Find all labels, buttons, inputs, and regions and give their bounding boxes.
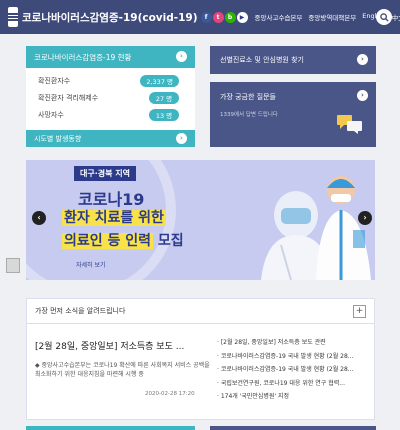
stat-label: 확진환자 격리해제수: [38, 93, 99, 102]
list-item-text: 코로나바이러스감염증-19 국내 발생 현황 (2월 28...: [220, 352, 354, 360]
youtube-icon[interactable]: ▶: [236, 11, 248, 23]
faq-title: 가장 궁금한 질문들: [220, 93, 276, 101]
bottom-strip-right: [210, 426, 376, 430]
regional-trend-label: 시도별 발생동향: [34, 134, 82, 143]
top-bar: 코로나바이러스감염증-19(covid-19) f t b ▶ 중앙사고수습본부…: [0, 0, 400, 34]
search-button[interactable]: [376, 9, 392, 25]
chevron-right-icon: ›: [357, 54, 368, 65]
status-title: 코로나바이러스감염증-19 현황: [34, 52, 132, 62]
stat-value: 13 명: [149, 108, 179, 121]
link-central-disaster[interactable]: 중앙사고수습본부: [255, 12, 303, 22]
banner-tag: 대구·경북 지역: [74, 166, 136, 181]
chat-icon: [337, 115, 362, 134]
document-icon[interactable]: [6, 258, 20, 273]
sns-links: f t b ▶: [200, 11, 249, 23]
list-item[interactable]: · 코로나바이러스감염증-19 국내 발생 현황 (2월 28...: [217, 364, 367, 378]
find-clinic-button[interactable]: 선별진료소 및 안심병원 찾기 ›: [210, 46, 376, 74]
stat-row-released: 확진환자 격리해제수 27 명: [38, 89, 179, 106]
list-item[interactable]: · 코로나바이러스감염증-19 국내 발생 현황 (2월 28...: [217, 351, 367, 365]
status-panel: 코로나바이러스감염증-19 현황 › 확진환자수 2,337 명 확진환자 격리…: [26, 46, 195, 147]
facebook-icon[interactable]: f: [200, 11, 212, 23]
news-main-body: ◆ 중앙사고수습본부는 코로나19 확산에 따른 사회복지 서비스 공백을 최소…: [35, 362, 210, 378]
banner-highlight: 의료인 등 인력: [62, 233, 154, 249]
stat-value: 27 명: [149, 91, 179, 104]
find-clinic-label: 선별진료소 및 안심병원 찾기: [220, 56, 304, 64]
banner-highlight: 환자 치료를 위한: [62, 210, 166, 226]
home-icon[interactable]: [8, 7, 18, 27]
chevron-right-icon: ›: [176, 133, 187, 144]
list-item-text: 174개 '국민안심병원' 지정: [220, 393, 290, 400]
stat-label: 사망자수: [38, 110, 64, 119]
recruit-banner[interactable]: 대구·경북 지역 코로나19 환자 치료를 위한 의료인 등 인력 모집 자세히…: [26, 160, 375, 280]
banner-line2: 환자 치료를 위한: [62, 207, 166, 227]
regional-trend-button[interactable]: 시도별 발생동향 ›: [26, 130, 195, 147]
banner-prev-button[interactable]: ‹: [32, 211, 46, 225]
list-item-text: 코로나바이러스감염증-19 국내 발생 현황 (2월 28...: [220, 366, 354, 373]
banner-suffix: 모집: [153, 233, 184, 249]
notice-heading: 가장 먼저 소식을 알려드립니다: [35, 307, 126, 315]
stat-row-confirmed: 확진환자수 2,337 명: [38, 72, 179, 89]
news-main-date: 2020-02-28 17:20: [145, 391, 195, 397]
site-title[interactable]: 코로나바이러스감염증-19(covid-19): [22, 10, 198, 25]
list-item-text: [2월 28일, 중앙일보] 저소득층 보도 관련: [220, 339, 326, 346]
stat-label: 확진환자수: [38, 76, 71, 85]
bottom-strip-left: [26, 426, 195, 430]
twitter-icon[interactable]: t: [212, 11, 224, 23]
banner-more-link[interactable]: 자세히 보기: [76, 260, 106, 269]
link-chinese[interactable]: 中文: [392, 12, 400, 22]
list-item[interactable]: · [2월 28일, 중앙일보] 저소득층 보도 관련: [217, 337, 367, 351]
medical-staff-illustration: [261, 176, 371, 280]
notice-header: 가장 먼저 소식을 알려드립니다 +: [27, 299, 374, 324]
chevron-right-icon: ›: [176, 51, 187, 62]
news-list: · [2월 28일, 중앙일보] 저소득층 보도 관련 · 코로나바이러스감염증…: [217, 337, 367, 405]
search-icon: [379, 12, 389, 22]
blog-icon[interactable]: b: [224, 11, 236, 23]
stat-value: 2,337 명: [140, 74, 179, 87]
list-item-text: 국립보건연구원, 코로나19 대응 위한 연구 협력...: [220, 379, 345, 387]
faq-box[interactable]: 가장 궁금한 질문들 1339에서 답변 드립니다 ›: [210, 82, 376, 147]
list-item[interactable]: · 국립보건연구원, 코로나19 대응 위한 연구 협력...: [217, 378, 367, 392]
notice-panel: 가장 먼저 소식을 알려드립니다 + [2월 28일, 중앙일보] 저소득층 보…: [26, 298, 375, 420]
list-item[interactable]: · 174개 '국민안심병원' 지정: [217, 391, 367, 405]
banner-line3: 의료인 등 인력 모집: [62, 230, 184, 250]
banner-next-button[interactable]: ›: [358, 211, 372, 225]
more-button[interactable]: +: [353, 305, 366, 318]
link-central-quarantine[interactable]: 중앙방역대책본부: [308, 12, 356, 22]
stat-row-deaths: 사망자수 13 명: [38, 106, 179, 123]
news-main-title[interactable]: [2월 28일, 중앙일보] 저소득층 보도 ...: [35, 339, 184, 352]
chevron-right-icon: ›: [357, 90, 368, 101]
status-header[interactable]: 코로나바이러스감염증-19 현황 ›: [26, 46, 195, 68]
